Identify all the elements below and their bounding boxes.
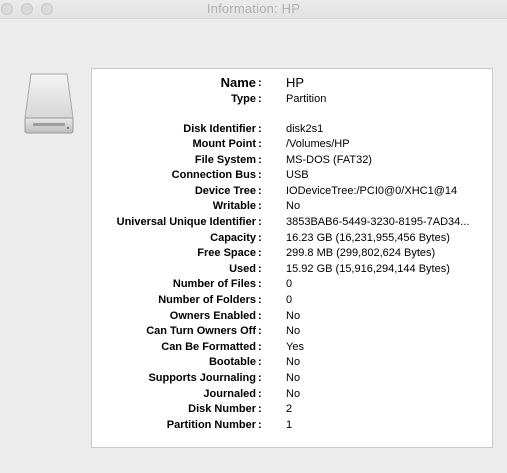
field-value[interactable]: Partition: [286, 91, 326, 107]
info-row-disk-number: Disk Number: 2: [92, 402, 492, 417]
field-value[interactable]: No: [286, 371, 300, 386]
field-label: Owners Enabled: [169, 310, 256, 322]
info-row-name: Name: HP: [92, 75, 492, 91]
field-separator: :: [258, 169, 262, 181]
field-label: Bootable: [208, 356, 256, 368]
field-label: Capacity: [210, 232, 256, 244]
info-row-can-turn-owners-off: Can Turn Owners Off: No: [92, 324, 492, 339]
field-label: Partition Number: [166, 419, 256, 431]
field-label: Can Turn Owners Off: [146, 325, 256, 337]
info-row-free-space: Free Space: 299.8 MB (299,802,624 Bytes): [92, 246, 492, 261]
info-row-capacity: Capacity: 16.23 GB (16,231,955,456 Bytes): [92, 231, 492, 246]
field-separator: :: [258, 232, 262, 244]
field-value[interactable]: No: [286, 199, 300, 214]
field-value[interactable]: No: [286, 324, 300, 339]
info-row-number-of-folders: Number of Folders: 0: [92, 293, 492, 308]
info-row-writable: Writable: No: [92, 199, 492, 214]
info-panel: Name: HP Type: Partition Disk Identifier: dis…: [91, 68, 493, 448]
field-separator: :: [258, 263, 262, 275]
field-label: Type: [231, 93, 256, 105]
field-separator: :: [258, 419, 262, 431]
field-label: Used: [229, 263, 256, 275]
info-row-can-be-formatted: Can Be Formatted: Yes: [92, 340, 492, 355]
info-row-partition-number: Partition Number: 1: [92, 418, 492, 433]
field-separator: :: [258, 154, 262, 166]
field-separator: :: [258, 278, 262, 290]
info-row-file-system: File System: MS-DOS (FAT32): [92, 153, 492, 168]
external-drive-icon: [24, 73, 74, 134]
field-separator: :: [258, 372, 262, 384]
field-separator: :: [258, 341, 262, 353]
field-separator: :: [258, 216, 262, 228]
title-bar[interactable]: Information: HP: [0, 0, 507, 19]
field-label: File System: [194, 154, 256, 166]
info-row-journaled: Journaled: No: [92, 387, 492, 402]
field-label: Mount Point: [192, 138, 256, 150]
field-value[interactable]: 16.23 GB (16,231,955,456 Bytes): [286, 231, 450, 246]
field-separator: :: [258, 200, 262, 212]
field-value[interactable]: HP: [286, 75, 304, 91]
field-label: Can Be Formatted: [161, 341, 256, 353]
field-separator: :: [258, 356, 262, 368]
field-value[interactable]: USB: [286, 168, 309, 183]
field-separator: :: [258, 247, 262, 259]
field-separator: :: [258, 388, 262, 400]
info-row-owners-enabled: Owners Enabled: No: [92, 309, 492, 324]
info-row-bootable: Bootable: No: [92, 355, 492, 370]
field-separator: :: [258, 325, 262, 337]
info-window: Information: HP Name: HP Type: Partition Dis…: [0, 0, 507, 473]
info-row-disk-identifier: Disk Identifier: disk2s1: [92, 122, 492, 137]
field-label: Free Space: [197, 247, 256, 259]
field-value[interactable]: No: [286, 309, 300, 324]
field-label: Writable: [212, 200, 256, 212]
info-row-used: Used: 15.92 GB (15,916,294,144 Bytes): [92, 262, 492, 277]
field-value[interactable]: Yes: [286, 340, 304, 355]
field-value[interactable]: 0: [286, 293, 292, 308]
field-value[interactable]: 1: [286, 418, 292, 433]
info-row-supports-journaling: Supports Journaling: No: [92, 371, 492, 386]
info-row-type: Type: Partition: [92, 91, 492, 107]
field-value[interactable]: No: [286, 355, 300, 370]
field-value[interactable]: 2: [286, 402, 292, 417]
field-value[interactable]: 15.92 GB (15,916,294,144 Bytes): [286, 262, 450, 277]
field-value[interactable]: No: [286, 387, 300, 402]
field-label: Name: [220, 75, 256, 90]
field-value[interactable]: 299.8 MB (299,802,624 Bytes): [286, 246, 435, 261]
field-separator: :: [258, 93, 262, 105]
field-separator: :: [258, 310, 262, 322]
field-label: Disk Identifier: [183, 123, 256, 135]
field-label: Number of Folders: [158, 294, 256, 306]
field-separator: :: [258, 403, 262, 415]
field-separator: :: [258, 138, 262, 150]
field-label: Disk Number: [188, 403, 256, 415]
field-separator: :: [258, 294, 262, 306]
info-row-number-of-files: Number of Files: 0: [92, 277, 492, 292]
info-row-connection-bus: Connection Bus: USB: [92, 168, 492, 183]
field-label: Journaled: [203, 388, 256, 400]
info-row-universal-unique-identifier: Universal Unique Identifier: 3853BAB6-544…: [92, 215, 492, 230]
field-value[interactable]: disk2s1: [286, 122, 323, 137]
field-separator: :: [258, 77, 262, 89]
info-row-device-tree: Device Tree: IODeviceTree:/PCI0@0/XHC1@14: [92, 184, 492, 199]
window-title: Information: HP: [206, 1, 301, 16]
field-label: Number of Files: [172, 278, 256, 290]
info-row-mount-point: Mount Point: /Volumes/HP: [92, 137, 492, 152]
field-value[interactable]: 0: [286, 277, 292, 292]
field-label: Connection Bus: [171, 169, 256, 181]
field-label: Device Tree: [194, 185, 256, 197]
field-value[interactable]: /Volumes/HP: [286, 137, 350, 152]
field-value[interactable]: IODeviceTree:/PCI0@0/XHC1@14: [286, 184, 457, 199]
field-label: Supports Journaling: [148, 372, 256, 384]
field-value[interactable]: 3853BAB6-5449-3230-8195-7AD34...: [286, 215, 469, 230]
field-separator: :: [258, 185, 262, 197]
field-value[interactable]: MS-DOS (FAT32): [286, 153, 372, 168]
field-label: Universal Unique Identifier: [116, 216, 256, 228]
field-separator: :: [258, 123, 262, 135]
